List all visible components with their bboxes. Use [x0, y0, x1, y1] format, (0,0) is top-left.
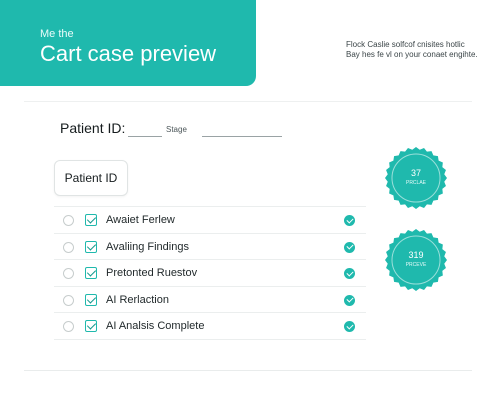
- patient-id-label: Patient ID:: [60, 120, 126, 136]
- checkbox[interactable]: [85, 214, 97, 226]
- seal-value: 319: [408, 250, 424, 260]
- patient-id-button[interactable]: Patient ID: [54, 160, 128, 196]
- check-circle-icon: [344, 241, 355, 253]
- check-circle-icon: [344, 294, 355, 306]
- checkbox[interactable]: [85, 240, 97, 253]
- list-item: Avaliing Findings: [54, 234, 366, 260]
- radio-button[interactable]: [63, 294, 74, 306]
- radio-button[interactable]: [63, 215, 74, 226]
- header-eyebrow: Me the: [40, 28, 74, 40]
- checkbox[interactable]: [85, 293, 97, 306]
- header-card: Me the Cart case preview: [0, 0, 256, 86]
- seal-label: PRCLAE: [405, 180, 426, 186]
- seal-label: PRCEVE: [405, 262, 427, 268]
- list-item-label: AI Rerlaction: [106, 293, 169, 306]
- page-title: Cart case preview: [40, 41, 217, 66]
- check-circle-icon: [344, 321, 355, 332]
- checkbox[interactable]: [85, 320, 97, 332]
- top-divider: [24, 101, 472, 102]
- seal-value: 37: [410, 168, 421, 178]
- list-item-label: Avaliing Findings: [106, 240, 189, 253]
- check-circle-icon: [344, 215, 355, 226]
- checkbox[interactable]: [85, 267, 97, 279]
- radio-button[interactable]: [63, 268, 74, 279]
- radio-button[interactable]: [63, 321, 74, 332]
- bottom-divider: [24, 370, 472, 371]
- check-circle-icon: [344, 268, 355, 279]
- list-item-label: Awaiet Ferlew: [106, 214, 175, 226]
- side-note: Flock Caslie solfcof cnisites hotlic Bay…: [346, 40, 478, 59]
- checklist: Awaiet Ferlew Avaliing Findings Pretonte…: [54, 206, 366, 340]
- list-item: Awaiet Ferlew: [54, 207, 366, 234]
- seal-icon: [385, 229, 447, 291]
- stage-label: Stage: [166, 125, 187, 134]
- patient-id-input[interactable]: [128, 136, 162, 137]
- list-item-label: Pretonted Ruestov: [106, 267, 198, 279]
- seal-icon: [385, 147, 447, 209]
- radio-button[interactable]: [63, 241, 74, 253]
- list-item: AI Analsis Complete: [54, 313, 366, 340]
- score-seal: 319 PRCEVE: [384, 228, 448, 292]
- list-item: Pretonted Ruestov: [54, 260, 366, 287]
- list-item: AI Rerlaction: [54, 287, 366, 313]
- stage-input[interactable]: [202, 136, 282, 137]
- score-seal: 37 PRCLAE: [384, 146, 448, 210]
- list-item-label: AI Analsis Complete: [106, 320, 205, 332]
